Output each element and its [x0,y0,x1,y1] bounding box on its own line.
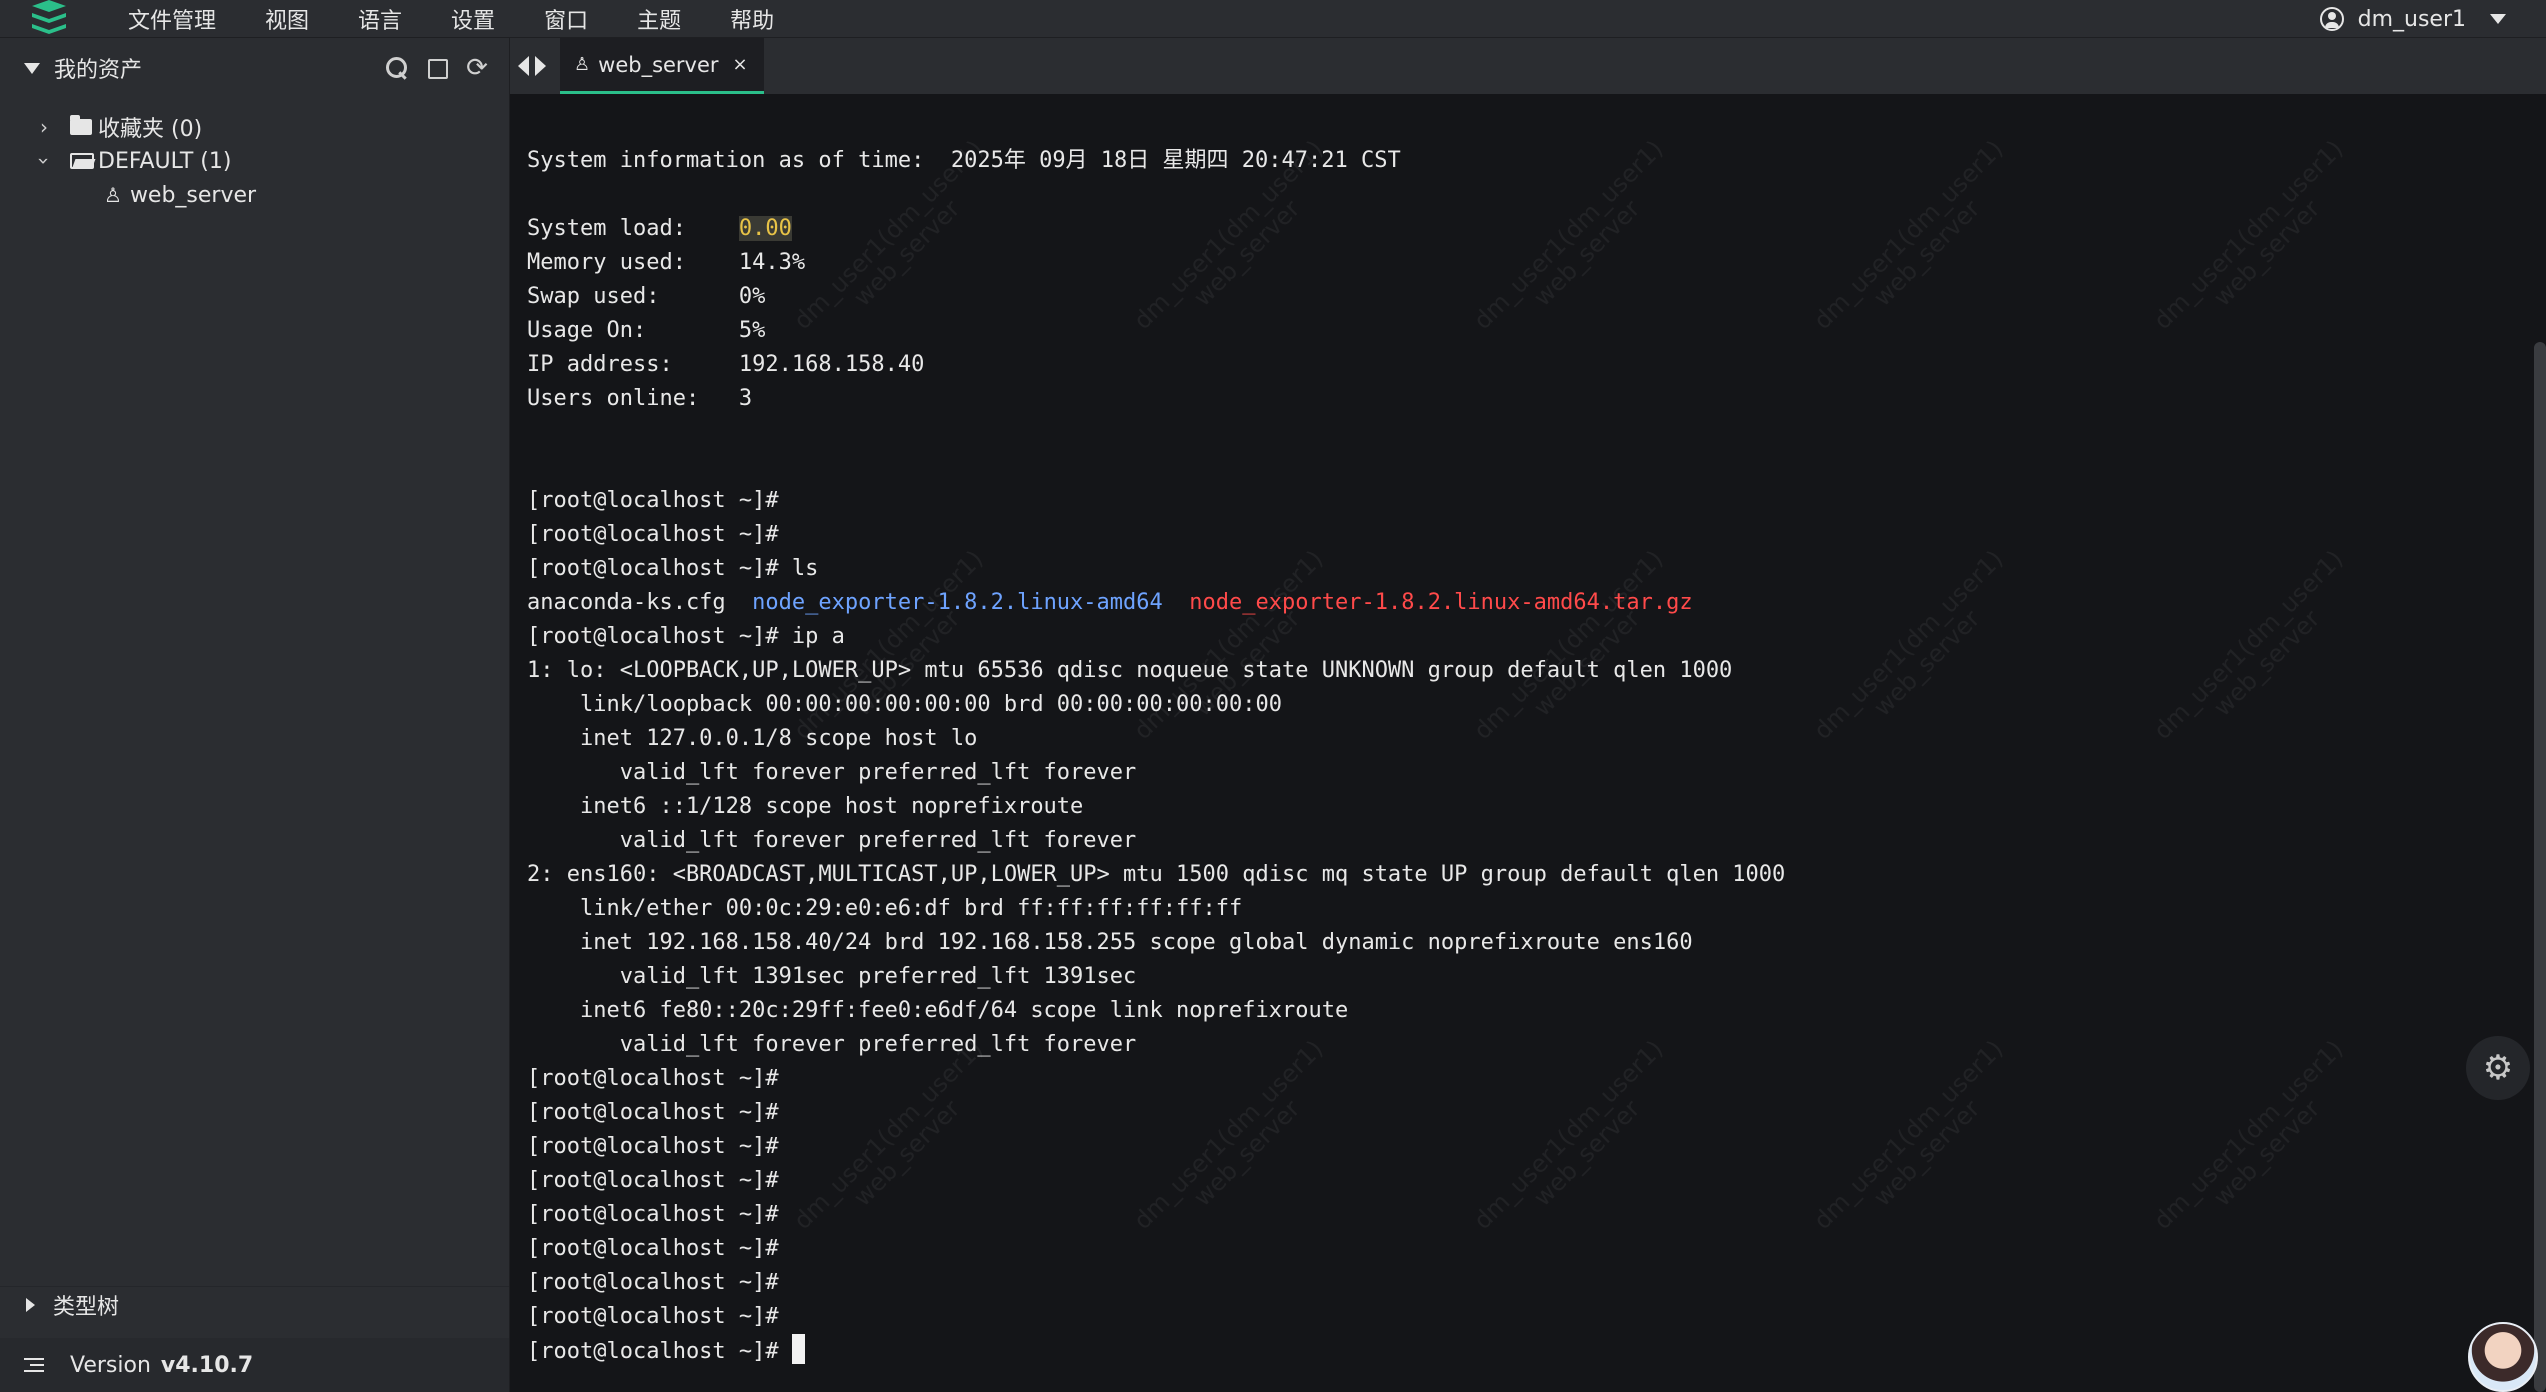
version-label: Version [70,1352,151,1378]
user-icon [2319,7,2344,31]
tab-label: web_server [598,52,719,77]
terminal-line: 1: lo: <LOOPBACK,UP,LOWER_UP> mtu 65536 … [527,658,1733,683]
version-bar: Version v4.10.7 [0,1338,509,1392]
menu-theme[interactable]: 主题 [637,3,681,35]
menu-settings[interactable]: 设置 [451,3,495,35]
terminal-line: valid_lft 1391sec preferred_lft 1391sec [527,964,1137,989]
asset-tree: › 收藏夹 (0) › DEFAULT (1) ♙ web_server [0,98,509,212]
refresh-icon[interactable]: ⟳ [465,55,489,81]
terminal-line: Users online: 3 [527,386,753,411]
watermark: dm_user1(dm_user1) web_server [2148,134,2349,335]
terminal-line: IP address: 192.168.158.40 [527,352,925,377]
terminal-line: inet 192.168.158.40/24 brd 192.168.158.2… [527,930,1693,955]
terminal-cursor [791,1334,805,1364]
terminal-output: System information as of time: 2025年 09月… [527,144,1785,1368]
terminal-line: [root@localhost ~]# ls [527,556,819,581]
terminal-line: [root@localhost ~]# [527,1100,779,1125]
terminal-line: [root@localhost ~]# [527,1334,1785,1368]
scrollbar[interactable] [2534,342,2546,1392]
terminal-line: [root@localhost ~]# ip a [527,624,845,649]
menu-language[interactable]: 语言 [358,3,402,35]
chevron-right-icon[interactable]: › [34,115,54,139]
terminal-line: valid_lft forever preferred_lft forever [527,760,1137,785]
menu-help[interactable]: 帮助 [730,3,774,35]
username: dm_user1 [2357,6,2466,32]
terminal-line: valid_lft forever preferred_lft forever [527,828,1137,853]
chevron-down-icon [2490,14,2506,24]
watermark: dm_user1(dm_user1) web_server [1808,1034,2009,1235]
terminal-line: [root@localhost ~]# [527,1270,779,1295]
app-logo-icon[interactable] [26,0,72,38]
category-tree-label: 类型树 [53,1294,120,1320]
terminal-line: [root@localhost ~]# [527,1304,779,1329]
tree-item-label: 收藏夹 (0) [98,117,203,142]
tree-item-default[interactable]: › DEFAULT (1) [0,144,509,178]
search-icon[interactable] [385,56,409,80]
tree-item-favorites[interactable]: › 收藏夹 (0) [0,110,509,144]
list-icon[interactable] [24,1358,44,1372]
assets-header: 我的资产 ⟳ [0,38,509,98]
terminal-line: inet6 fe80::20c:29ff:fee0:e6df/64 scope … [527,998,1349,1023]
version-number: v4.10.7 [160,1352,254,1378]
menu-window[interactable]: 窗口 [544,3,588,35]
category-tree-toggle[interactable]: 类型树 [0,1286,509,1322]
watermark: dm_user1(dm_user1) web_server [2148,1034,2349,1235]
terminal-line: [root@localhost ~]# [527,522,779,547]
terminal-line: [root@localhost ~]# [527,1236,779,1261]
folder-icon [70,115,92,135]
terminal-line: 2: ens160: <BROADCAST,MULTICAST,UP,LOWER… [527,862,1786,887]
terminal-line: System information as of time: 2025年 09月… [527,148,1401,173]
expand-triangle-icon [26,1297,35,1312]
menu-bar: 文件管理 视图 语言 设置 窗口 主题 帮助 dm_user1 [0,0,2546,38]
terminal-line: inet 127.0.0.1/8 scope host lo [527,726,978,751]
tree-item-label: web_server [129,182,257,208]
terminal-line: [root@localhost ~]# [527,1202,779,1227]
arrow-right-icon[interactable] [535,56,546,76]
terminal-line: link/ether 00:0c:29:e0:e6:df brd ff:ff:f… [527,896,1243,921]
folder-open-icon [70,153,94,169]
assets-toolbar: ⟳ [369,38,489,98]
tree-item-web-server[interactable]: ♙ web_server [0,178,509,212]
terminal-line: link/loopback 00:00:00:00:00:00 brd 00:0… [527,692,1282,717]
tab-bar: ♙ web_server × [510,38,2546,94]
gear-icon[interactable]: ⚙ [2466,1036,2530,1100]
square-icon[interactable] [425,56,449,80]
watermark: dm_user1(dm_user1) web_server [2148,544,2349,745]
terminal-line: Memory used: 14.3% [527,250,806,275]
terminal-line: anaconda-ks.cfg node_exporter-1.8.2.linu… [527,590,1693,615]
main-menu: 文件管理 视图 语言 设置 窗口 主题 帮助 [128,0,823,38]
tab-web-server[interactable]: ♙ web_server × [560,38,764,94]
close-icon[interactable]: × [733,54,748,75]
tab-nav [518,56,546,76]
user-menu[interactable]: dm_user1 [2319,0,2506,38]
menu-file-manager[interactable]: 文件管理 [128,3,216,35]
arrow-left-icon[interactable] [518,56,529,76]
terminal-line: Swap used: 0% [527,284,766,309]
menu-view[interactable]: 视图 [265,3,309,35]
chevron-down-icon[interactable]: › [32,151,56,171]
terminal-line: [root@localhost ~]# [527,1134,779,1159]
terminal-line: valid_lft forever preferred_lft forever [527,1032,1137,1057]
terminal-line: [root@localhost ~]# [527,488,779,513]
linux-icon: ♙ [104,183,122,207]
terminal-line: System load: 0.00 [527,216,792,241]
terminal-line: [root@localhost ~]# [527,1066,779,1091]
terminal-line: Usage On: 5% [527,318,766,343]
terminal-line: [root@localhost ~]# [527,1168,779,1193]
watermark: dm_user1(dm_user1) web_server [1808,134,2009,335]
assets-title: 我的资产 [54,58,143,83]
watermark: dm_user1(dm_user1) web_server [1808,544,2009,745]
collapse-triangle-icon[interactable] [24,62,40,74]
sidebar: 我的资产 ⟳ › 收藏夹 (0) › DEFAULT (1) ♙ web_ser… [0,38,510,1392]
tree-item-label: DEFAULT (1) [98,148,232,174]
linux-icon: ♙ [574,54,591,75]
terminal[interactable]: dm_user1(dm_user1) web_server dm_user1(dm_… [510,94,2546,1392]
assistant-avatar[interactable] [2468,1322,2538,1392]
terminal-line: inet6 ::1/128 scope host noprefixroute [527,794,1084,819]
